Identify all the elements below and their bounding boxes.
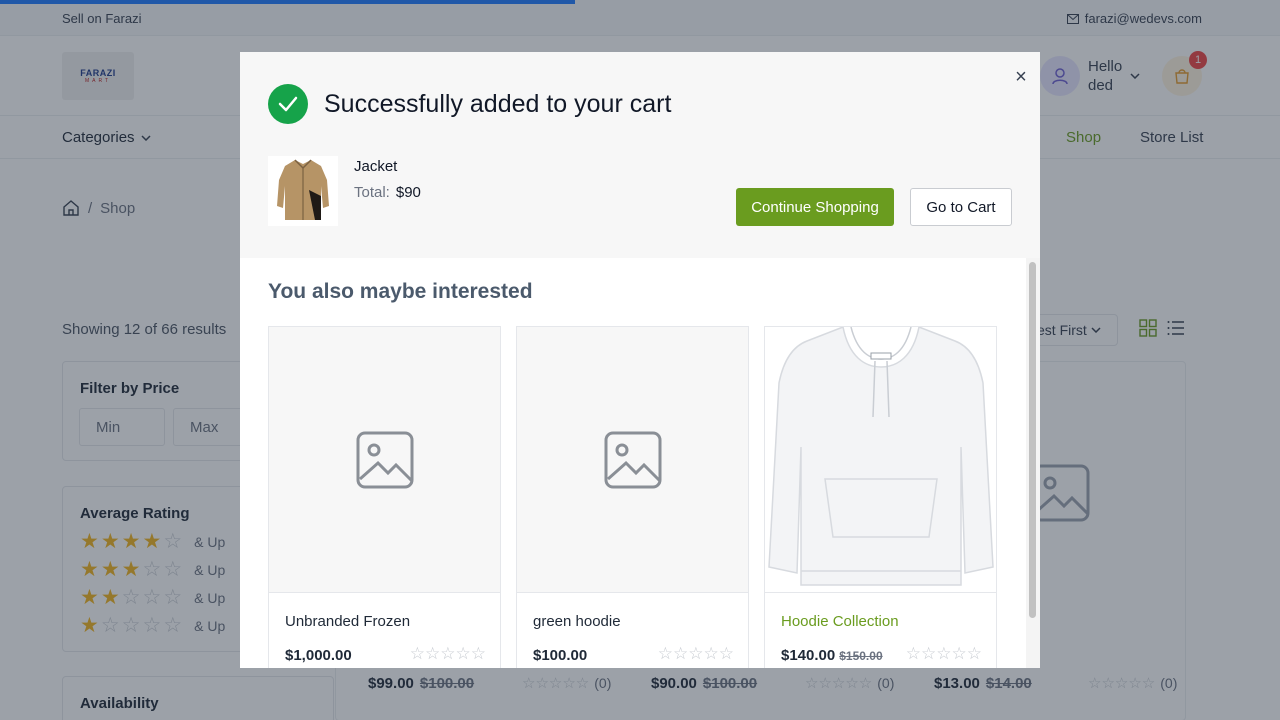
close-icon[interactable]: × [1012, 67, 1030, 87]
recommended-product-card[interactable]: Unbranded Frozen $1,000.00 ☆☆☆☆☆ [268, 326, 501, 668]
placeholder-image-icon [604, 431, 661, 488]
total-value: $90 [395, 184, 421, 201]
product-price: $1,000.00 [285, 647, 352, 664]
go-to-cart-button[interactable]: Go to Cart [910, 188, 1012, 226]
recommended-product-card[interactable]: green hoodie $100.00 ☆☆☆☆☆ [516, 326, 749, 668]
rating-stars: ☆☆☆☆☆ [905, 644, 982, 663]
jacket-thumbnail[interactable] [268, 156, 338, 226]
rating-stars: ☆☆☆☆☆ [657, 644, 734, 663]
added-product-total: Total: $90 [354, 184, 421, 201]
product-price: $100.00 [533, 647, 587, 664]
added-product-name[interactable]: Jacket [354, 158, 397, 175]
price-old: $150.00 [839, 649, 883, 663]
success-message: Successfully added to your cart [324, 90, 672, 118]
product-image[interactable] [269, 327, 500, 593]
success-check-icon [268, 84, 308, 124]
recommended-product-card[interactable]: Hoodie Collection $140.00 $150.00 ☆☆☆☆☆ [764, 326, 997, 668]
rating-stars: ☆☆☆☆☆ [409, 644, 486, 663]
price-current: $140.00 [781, 647, 836, 664]
modal-scrollbar-thumb[interactable] [1029, 262, 1036, 618]
recommendations-title: You also maybe interested [268, 280, 533, 303]
modal-header-section: × Successfully added to your cart Jacket… [240, 52, 1040, 258]
product-title[interactable]: Unbranded Frozen [285, 613, 410, 630]
price-current: $1,000.00 [285, 647, 352, 664]
hoodie-image [768, 326, 994, 586]
placeholder-image-icon [356, 431, 413, 488]
price-current: $100.00 [533, 647, 588, 664]
product-image[interactable] [517, 327, 748, 593]
product-image[interactable] [765, 326, 996, 593]
product-title[interactable]: green hoodie [533, 613, 621, 630]
product-title[interactable]: Hoodie Collection [781, 613, 899, 630]
added-to-cart-modal: × Successfully added to your cart Jacket… [240, 52, 1040, 668]
continue-shopping-button[interactable]: Continue Shopping [736, 188, 894, 226]
total-label: Total: [354, 184, 390, 201]
product-price: $140.00 $150.00 [781, 647, 883, 664]
